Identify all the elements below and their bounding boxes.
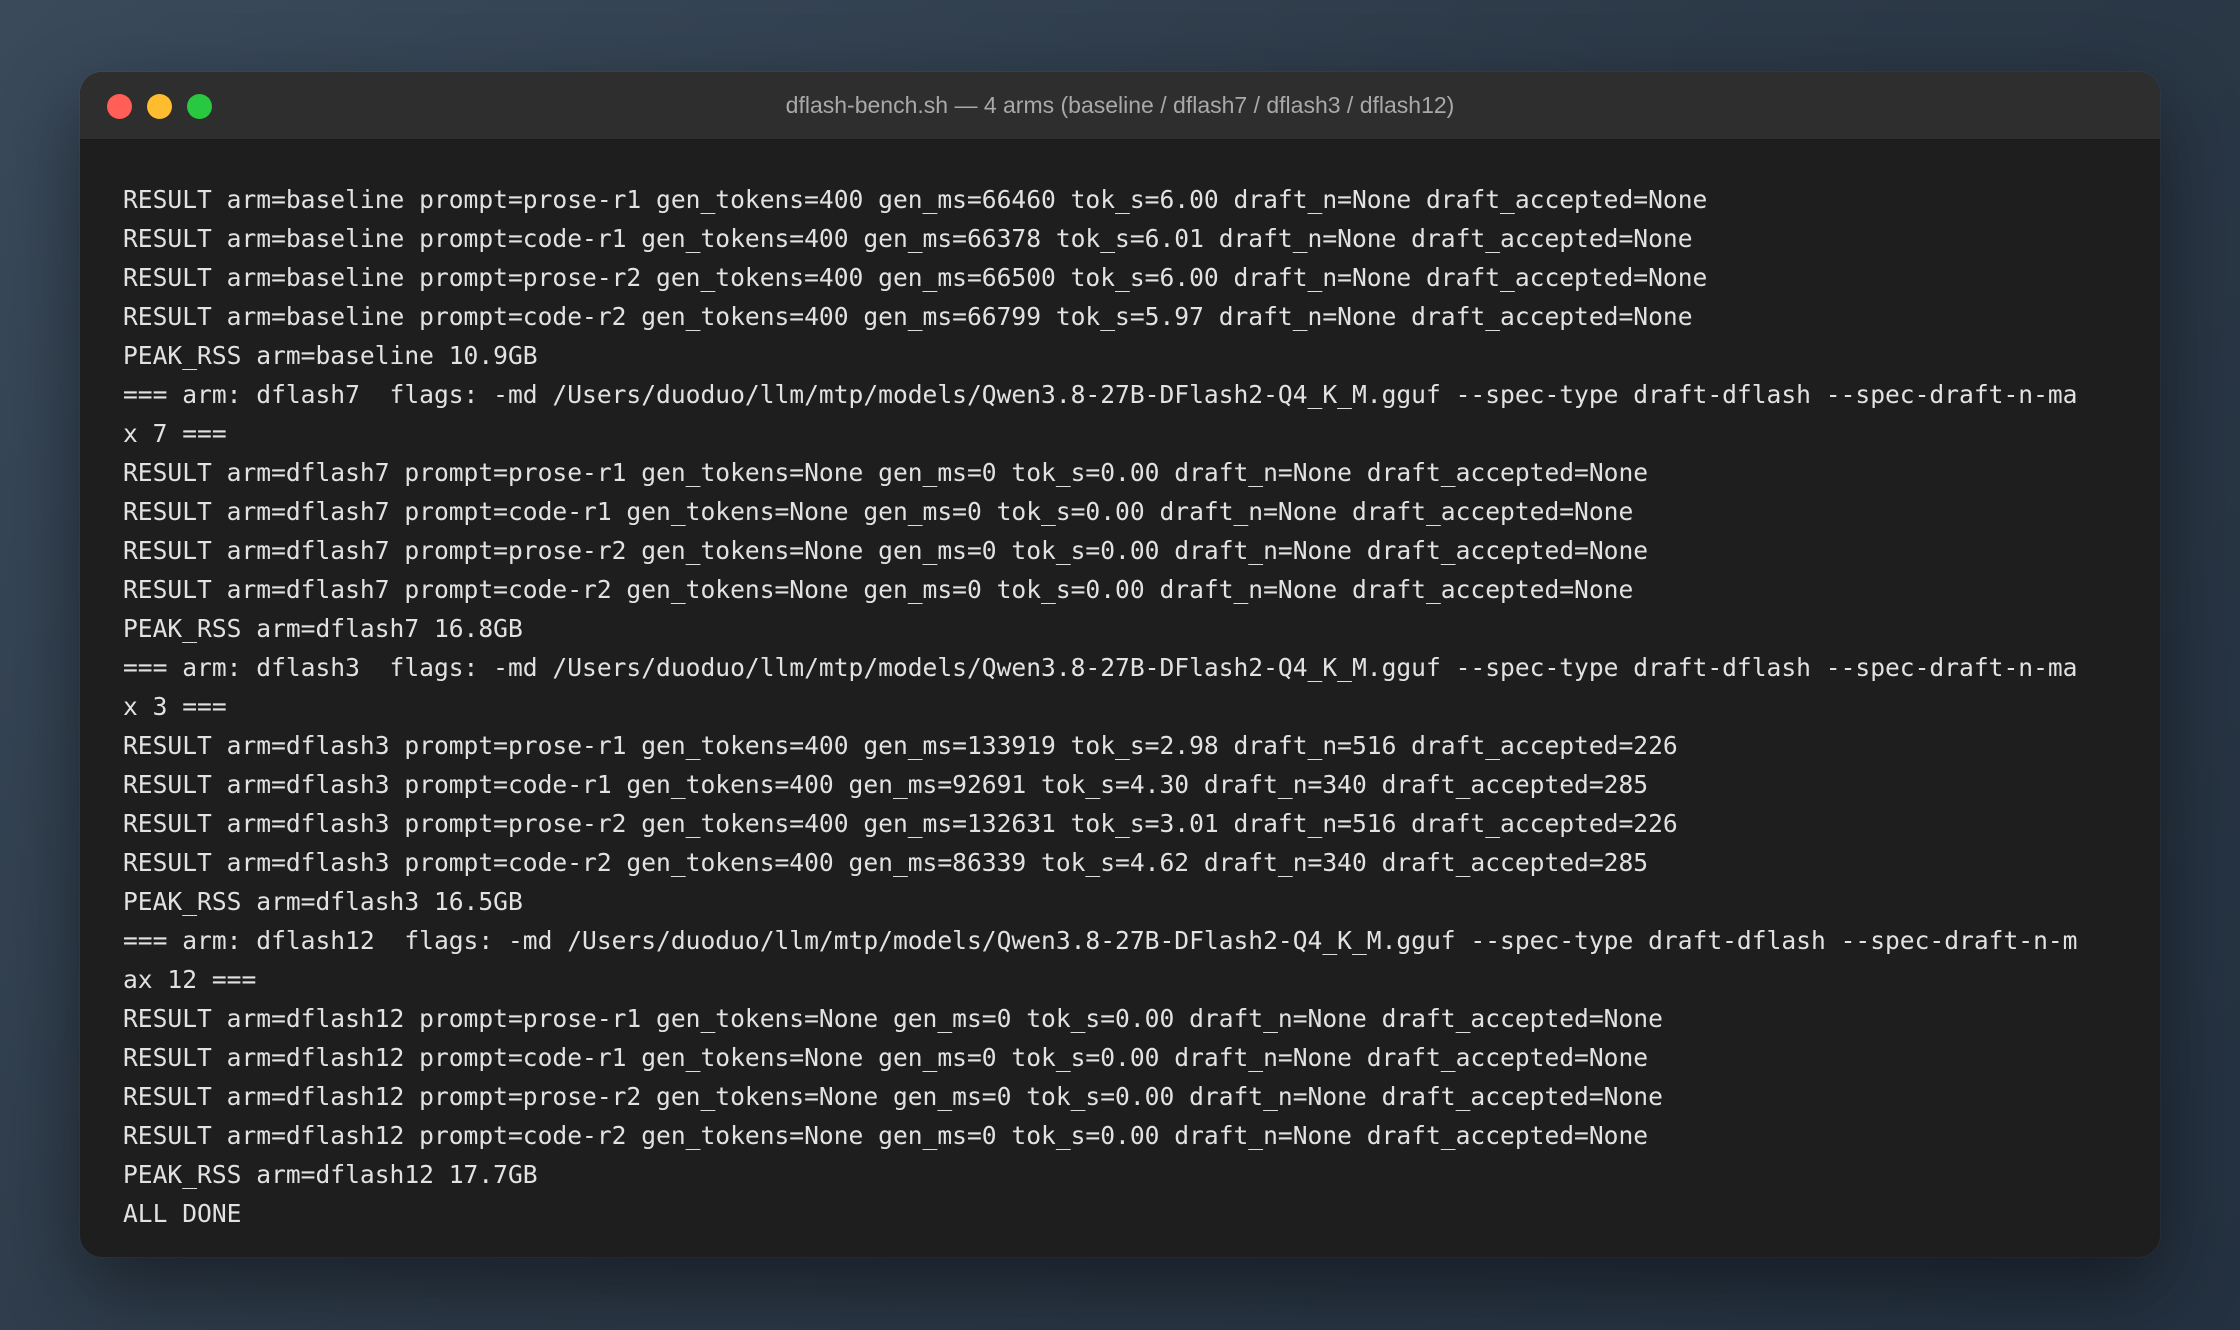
- terminal-line: RESULT arm=dflash7 prompt=prose-r1 gen_t…: [123, 458, 1649, 487]
- terminal-output[interactable]: RESULT arm=baseline prompt=prose-r1 gen_…: [123, 180, 2120, 1233]
- terminal-line: RESULT arm=dflash12 prompt=prose-r2 gen_…: [123, 1082, 1663, 1111]
- terminal-line: RESULT arm=baseline prompt=code-r2 gen_t…: [123, 302, 1693, 331]
- terminal-line: x 3 ===: [123, 692, 227, 721]
- terminal-line: RESULT arm=dflash7 prompt=prose-r2 gen_t…: [123, 536, 1649, 565]
- terminal-line: RESULT arm=baseline prompt=code-r1 gen_t…: [123, 224, 1693, 253]
- terminal-line: RESULT arm=dflash12 prompt=code-r1 gen_t…: [123, 1043, 1649, 1072]
- terminal-line: PEAK_RSS arm=dflash12 17.7GB: [123, 1160, 538, 1189]
- terminal-line: RESULT arm=dflash3 prompt=code-r2 gen_to…: [123, 848, 1649, 877]
- terminal-line: RESULT arm=baseline prompt=prose-r2 gen_…: [123, 263, 1708, 292]
- terminal-line: PEAK_RSS arm=baseline 10.9GB: [123, 341, 538, 370]
- terminal-line: === arm: dflash7 flags: -md /Users/duodu…: [123, 380, 2078, 409]
- terminal-line: RESULT arm=dflash7 prompt=code-r1 gen_to…: [123, 497, 1634, 526]
- terminal-line: RESULT arm=dflash3 prompt=code-r1 gen_to…: [123, 770, 1649, 799]
- terminal-line: RESULT arm=dflash3 prompt=prose-r1 gen_t…: [123, 731, 1678, 760]
- terminal-line: === arm: dflash12 flags: -md /Users/duod…: [123, 926, 2078, 955]
- terminal-line: RESULT arm=dflash7 prompt=code-r2 gen_to…: [123, 575, 1634, 604]
- window-title: dflash-bench.sh — 4 arms (baseline / dfl…: [785, 92, 1455, 118]
- terminal-window: dflash-bench.sh — 4 arms (baseline / dfl…: [80, 72, 2160, 1257]
- terminal-line: PEAK_RSS arm=dflash3 16.5GB: [123, 887, 523, 916]
- terminal-line: RESULT arm=dflash3 prompt=prose-r2 gen_t…: [123, 809, 1678, 838]
- terminal-line: x 7 ===: [123, 419, 227, 448]
- terminal-line: ALL DONE: [123, 1199, 242, 1228]
- terminal-line: RESULT arm=dflash12 prompt=code-r2 gen_t…: [123, 1121, 1649, 1150]
- terminal-line: RESULT arm=dflash12 prompt=prose-r1 gen_…: [123, 1004, 1663, 1033]
- terminal-line: ax 12 ===: [123, 965, 257, 994]
- terminal-line: PEAK_RSS arm=dflash7 16.8GB: [123, 614, 523, 643]
- terminal-line: RESULT arm=baseline prompt=prose-r1 gen_…: [123, 185, 1708, 214]
- window-titlebar[interactable]: dflash-bench.sh — 4 arms (baseline / dfl…: [80, 72, 2160, 140]
- terminal-line: === arm: dflash3 flags: -md /Users/duodu…: [123, 653, 2078, 682]
